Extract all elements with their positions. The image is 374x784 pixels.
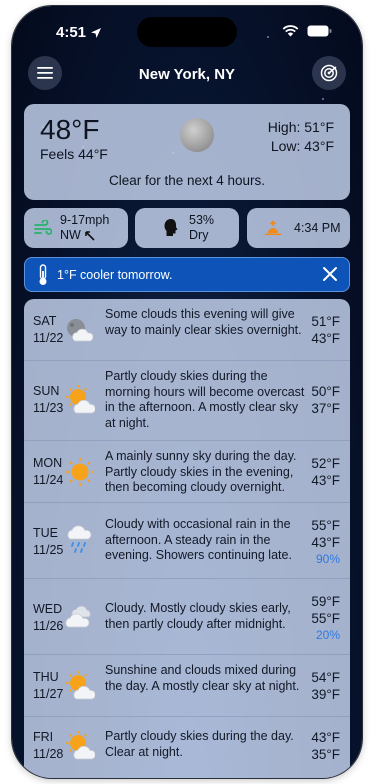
location-arrow-icon [91,28,101,38]
feels-like: Feels 44°F [40,146,108,162]
forecast-day: MON [33,456,63,470]
forecast-high: 43°F [311,730,340,745]
forecast-date: 11/23 [33,401,64,415]
forecast-high: 59°F [311,594,340,609]
forecast-day: THU [33,670,59,684]
alert-message: 1°F cooler tomorrow. [57,267,173,282]
forecast-precip-chance: 20% [315,628,340,642]
forecast-low: 43°F [311,535,340,550]
forecast-description: Some clouds this evening will give way t… [105,307,302,337]
partly-cloudy-day-icon [66,385,95,414]
partly-cloudy-day-icon [66,731,95,760]
forecast-description: A mainly sunny sky during the day. Partl… [105,449,297,494]
location-title: New York, NY [138,66,236,83]
partly-cloudy-day-icon [66,671,95,700]
forecast-date: 11/22 [33,331,64,345]
thermometer-icon [39,263,47,285]
forecast-high: 51°F [311,314,340,329]
forecast-high: 55°F [311,518,340,533]
forecast-row[interactable]: MON 11/24 A mainly sunny sky during the … [24,441,350,503]
forecast-precip-chance: 90% [315,552,340,566]
forecast-day: TUE [33,526,58,540]
rain-icon [67,525,92,553]
forecast-day: WED [33,602,63,616]
forecast-row[interactable]: SUN 11/23 Partly cloudy skies during the… [24,361,350,441]
battery-icon [307,25,332,37]
forecast-date: 11/24 [33,473,64,487]
daily-forecast-list[interactable]: SAT 11/22 Some clouds this evening will … [24,299,350,778]
forecast-low: 37°F [311,401,340,416]
status-time: 4:51 [56,24,87,41]
forecast-date: 11/28 [33,747,64,761]
forecast-low: 39°F [311,687,340,702]
moon-icon [180,118,214,152]
forecast-row[interactable]: FRI 11/28 Partly cloudy skies during the… [24,717,350,778]
forecast-high: 50°F [311,384,340,399]
sunset-time: 4:34 PM [294,221,341,235]
sunny-icon [66,458,94,486]
forecast-description: Cloudy with occasional rain in the after… [105,517,292,562]
forecast-row[interactable]: SAT 11/22 Some clouds this evening will … [24,299,350,361]
humidity-head-icon [164,219,178,236]
forecast-date: 11/27 [33,687,64,701]
wind-speed: 9-17mph [60,213,110,227]
forecast-description: Partly cloudy skies during the morning h… [105,369,305,430]
forecast-row[interactable]: THU 11/27 Sunshine and clouds mixed duri… [24,655,350,717]
sunset-card[interactable]: 4:34 PM [247,208,350,248]
forecast-description: Partly cloudy skies during the day. Clea… [105,729,294,759]
forecast-low: 55°F [311,611,340,626]
wind-card[interactable]: 9-17mph NW [24,208,128,248]
forecast-day: FRI [33,730,54,744]
forecast-day: SAT [33,314,57,328]
forecast-high: 54°F [311,670,340,685]
radar-button[interactable] [312,56,346,90]
forecast-date: 11/26 [33,619,64,633]
nowcast-summary: Clear for the next 4 hours. [108,173,266,188]
temperature-alert-banner[interactable]: 1°F cooler tomorrow. [24,257,350,292]
partly-cloudy-night-icon [67,319,93,342]
current-temperature: 48°F [40,114,100,145]
wind-direction: NW [60,228,81,242]
forecast-date: 11/25 [33,543,64,557]
forecast-description: Cloudy. Mostly cloudy skies early, then … [105,601,291,631]
high-temperature: High: 51°F [267,119,334,135]
radar-icon [320,64,338,82]
humidity-label: Dry [189,228,209,242]
wind-icon [34,220,52,235]
cloudy-icon [65,605,91,628]
current-conditions-card[interactable]: 48°F Feels 44°F High: 51°F Low: 43°F Cle… [24,104,350,200]
forecast-day: SUN [33,384,60,398]
status-icons [282,25,332,37]
forecast-low: 43°F [311,331,340,346]
forecast-low: 43°F [311,473,340,488]
forecast-row[interactable]: WED 11/26 Cloudy. Mostly cloudy skies ea… [24,579,350,655]
humidity-value: 53% [189,213,215,227]
dynamic-island [137,17,237,47]
forecast-low: 35°F [311,747,340,762]
status-bar: 4:51 [12,6,362,58]
forecast-description: Sunshine and clouds mixed during the day… [105,663,300,693]
sunset-icon [265,220,281,236]
low-temperature: Low: 43°F [270,138,334,154]
close-icon[interactable] [321,265,339,283]
forecast-row[interactable]: TUE 11/25 Cloudy with occasional rain in… [24,503,350,579]
wind-direction-arrow-icon [85,230,95,241]
phone-screen: 4:51 New York, NY 48°F Feels 44°F High: … [12,6,362,778]
humidity-card[interactable]: 53% Dry [135,208,239,248]
wifi-icon [282,25,299,37]
forecast-high: 52°F [311,456,340,471]
